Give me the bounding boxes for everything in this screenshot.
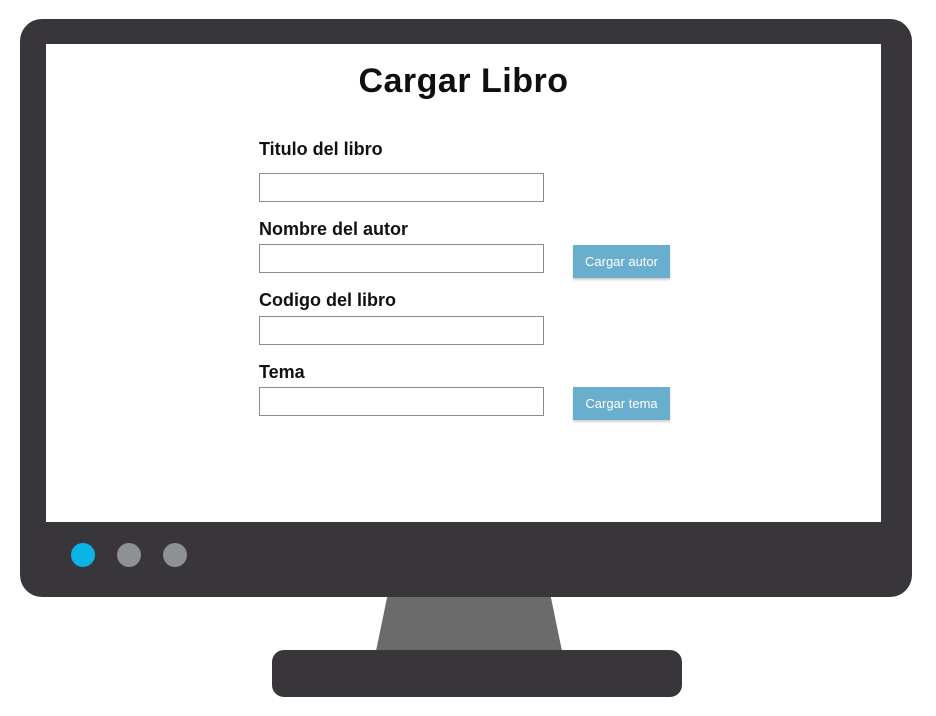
status-dot-active <box>71 543 95 567</box>
book-title-label: Titulo del libro <box>259 139 383 159</box>
page-title: Cargar Libro <box>358 62 569 100</box>
topic-label: Tema <box>259 362 305 382</box>
monitor-illustration: Cargar Libro Titulo del libro Nombre del… <box>0 0 936 716</box>
status-dot-inactive <box>117 543 141 567</box>
author-name-input[interactable] <box>259 244 544 273</box>
monitor-screen: Cargar Libro Titulo del libro Nombre del… <box>46 44 881 522</box>
monitor-stand-base <box>272 650 682 697</box>
topic-input[interactable] <box>259 387 544 416</box>
book-title-input[interactable] <box>259 173 544 202</box>
book-code-input[interactable] <box>259 316 544 345</box>
author-name-label: Nombre del autor <box>259 219 409 239</box>
book-code-label: Codigo del libro <box>259 290 396 310</box>
load-author-button[interactable]: Cargar autor <box>573 245 670 278</box>
monitor-stand-neck <box>376 597 562 651</box>
status-dot-inactive <box>163 543 187 567</box>
load-topic-button[interactable]: Cargar tema <box>573 387 670 420</box>
